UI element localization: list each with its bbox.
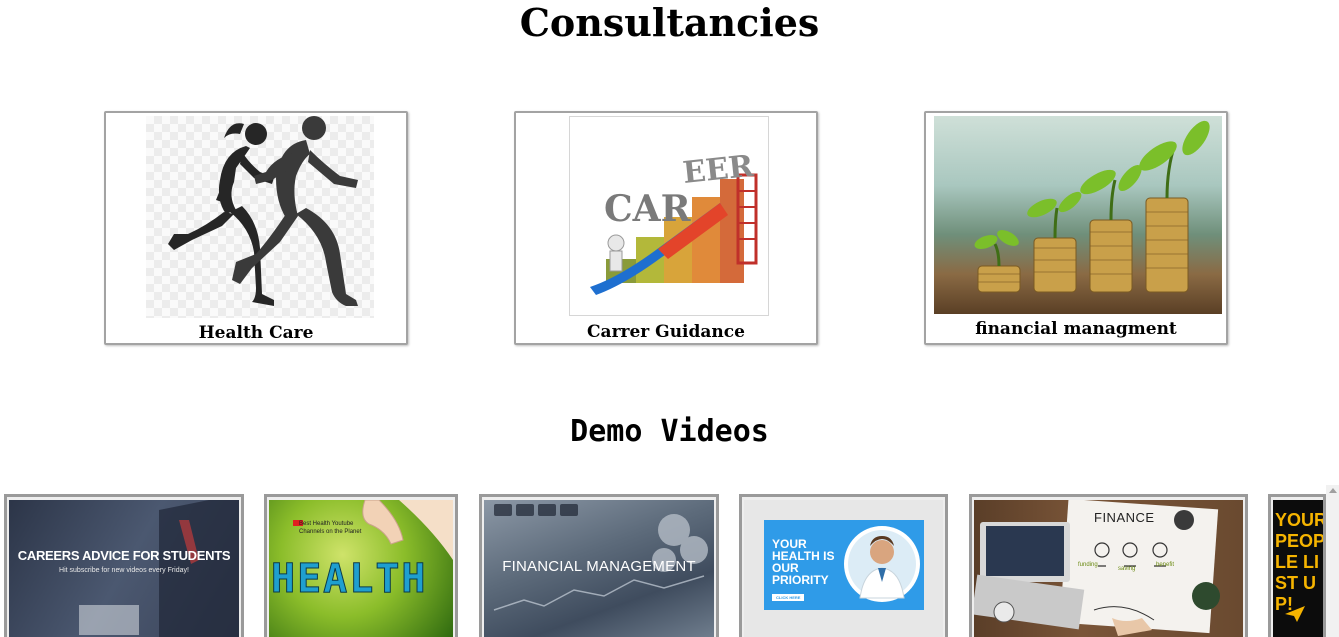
finance-word-benefit: benefit [1156,562,1175,568]
svg-text:CAR: CAR [604,188,692,230]
video-title-people-list: YOUR PEOPLE LIST UP! [1275,510,1326,614]
consultancy-card-financial-management[interactable]: financial managment [924,111,1228,345]
video-title-health: HEALTH [271,556,428,603]
health-priority-banner: YOUR HEALTH IS OUR PRIORITY CLICK HERE [764,520,924,610]
video-title-financial: FINANCIAL MANAGEMENT [502,558,696,575]
consultancy-card-career-guidance[interactable]: CAR EER Carrer Guidance [514,111,818,345]
video-thumbnail-people-list[interactable]: YOUR PEOPLE LIST UP! [1268,494,1326,637]
card-label-financial-management[interactable]: financial managment [926,319,1226,339]
paper-plane-icon [1285,606,1305,622]
video-thumbnail-health-priority[interactable]: YOUR HEALTH IS OUR PRIORITY CLICK HERE [739,494,948,637]
video-thumbnail-finance[interactable]: FINANCE funding saving benefit [969,494,1248,637]
financial-management-image [934,116,1222,314]
svg-text:EER: EER [681,149,756,191]
consultancies-heading: Consultancies [519,0,820,45]
card-label-health-care[interactable]: Health Care [106,323,406,343]
video-thumbnail-health[interactable]: Best Health Youtube Channels on the Plan… [264,494,458,637]
health-care-image [146,116,374,318]
consultancy-card-health-care[interactable]: Health Care [104,111,408,345]
video-subtitle-health: Best Health Youtube Channels on the Plan… [299,521,362,535]
video-thumbnail-financial[interactable]: FINANCIAL MANAGEMENT [479,494,719,637]
finance-word-funding: funding [1078,562,1098,568]
career-stairs-icon: CAR EER [590,149,758,295]
finance-word-saving: saving [1118,566,1136,572]
scroll-up-arrow-icon[interactable] [1329,488,1337,493]
video-title-careers: CAREERS ADVICE FOR STUDENTS [17,548,231,563]
video-title-health-priority: YOUR HEALTH IS OUR PRIORITY [772,537,835,587]
career-guidance-image: CAR EER [569,116,769,316]
video-subtitle-careers: Hit subscribe for new videos every Frida… [59,567,189,574]
demo-videos-heading: Demo Videos [570,414,769,449]
health-priority-button: CLICK HERE [772,594,805,601]
runners-silhouette-icon [168,116,358,306]
coins-plants-icon [974,120,1210,293]
video-title-finance: FINANCE [1094,510,1155,525]
card-label-career-guidance[interactable]: Carrer Guidance [516,322,816,342]
vertical-scrollbar[interactable] [1326,485,1339,637]
video-thumbnail-careers[interactable]: CAREERS ADVICE FOR STUDENTS Hit subscrib… [4,494,244,637]
